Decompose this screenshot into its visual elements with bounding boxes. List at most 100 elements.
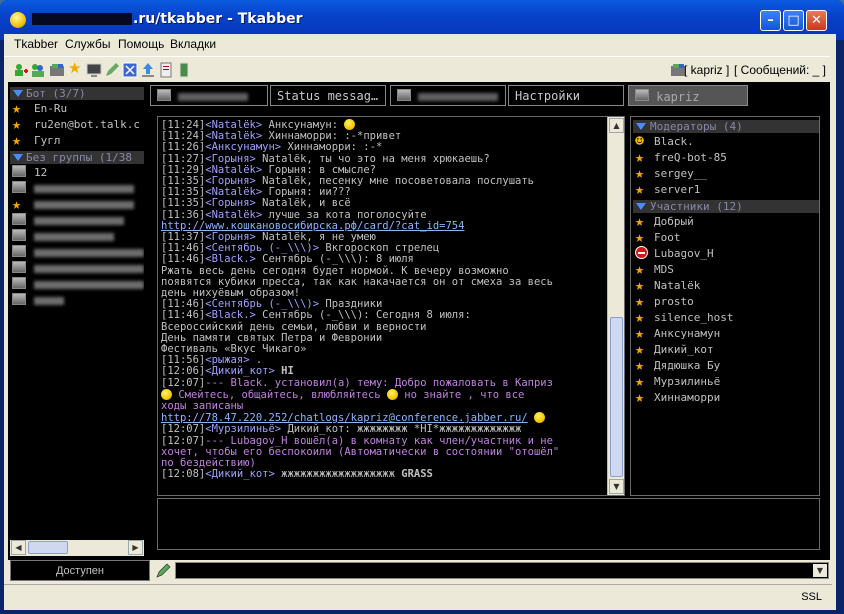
menu-services[interactable]: Службы — [65, 37, 110, 51]
upload-icon[interactable] — [140, 62, 156, 78]
tab-kapriz[interactable]: kapriz — [628, 85, 748, 106]
message-link[interactable]: http://www.кошкановосибирска.рф/card/?ca… — [161, 220, 464, 232]
status-edit-pencil-icon[interactable] — [154, 561, 172, 580]
edit-pencil-icon[interactable] — [104, 62, 120, 78]
transport-icon — [12, 293, 28, 308]
message-timestamp: [11:24] — [161, 119, 206, 131]
conference-user[interactable]: ★ Natalёk — [635, 278, 815, 294]
message-timestamp: [11:46] — [161, 298, 206, 311]
roster-item[interactable]: ★ ru2en@bot.talk.c — [12, 117, 144, 133]
message-input[interactable] — [157, 498, 820, 550]
message-text: Natalёk, песенку мне посоветовала послуш… — [255, 175, 534, 188]
user-nick: Lubagov_H — [654, 247, 714, 260]
conference-user[interactable]: ☻ Black. — [635, 134, 815, 150]
system-message: по бездействию) — [161, 457, 256, 470]
account-label[interactable]: [ kapriz ] — [684, 63, 729, 77]
roster-item-redacted[interactable] — [12, 229, 144, 245]
status-bar: SSL — [4, 584, 832, 610]
close-button[interactable]: ✕ — [806, 10, 827, 31]
message-nick: <Горыня> — [205, 152, 256, 165]
user-nick: Добрый — [654, 215, 694, 228]
scroll-down-button[interactable]: ▼ — [609, 479, 624, 494]
user-group-moderators[interactable]: Модераторы (4) — [633, 120, 819, 133]
conference-user[interactable]: ★ Добрый — [635, 214, 815, 230]
scroll-up-button[interactable]: ▲ — [609, 118, 624, 133]
monitor-icon[interactable] — [86, 62, 102, 78]
maximize-button[interactable]: □ — [783, 10, 804, 31]
roster-item-redacted[interactable] — [12, 293, 144, 309]
scroll-thumb[interactable] — [28, 541, 68, 554]
message-nick: <Сентябрь (-_\\\)> — [205, 298, 320, 311]
user-group-participants[interactable]: Участники (12) — [633, 200, 819, 213]
scroll-thumb[interactable] — [610, 317, 623, 477]
roster-horizontal-scrollbar[interactable]: ◀ ▶ — [10, 540, 144, 556]
service-discovery-icon[interactable] — [49, 62, 65, 78]
add-user-icon[interactable] — [12, 62, 28, 78]
document-icon[interactable] — [176, 62, 192, 78]
user-nick: silence_host — [654, 311, 734, 324]
messages-counter[interactable]: [ Сообщений: _ ] — [734, 63, 826, 77]
dropdown-arrow-icon[interactable]: ▼ — [813, 564, 827, 577]
scroll-left-button[interactable]: ◀ — [11, 540, 26, 555]
bookmark-star-icon[interactable]: ★ — [68, 61, 84, 77]
star-status-icon: ★ — [635, 276, 645, 294]
minimize-button[interactable]: – — [760, 10, 781, 31]
tab-chat-2[interactable] — [390, 85, 506, 106]
menu-help[interactable]: Помощь — [118, 37, 164, 51]
group-icon — [157, 89, 171, 101]
roster-group-no-group[interactable]: Без группы (1/38 — [10, 151, 144, 164]
message-nick: <Natalёk> — [205, 119, 263, 131]
conference-user[interactable]: Lubagov_H — [635, 246, 815, 262]
conference-user[interactable]: ★ silence_host — [635, 310, 815, 326]
chat-vertical-scrollbar[interactable]: ▲ ▼ — [607, 117, 624, 495]
roster-group-bot[interactable]: Бот (3/7) — [10, 87, 144, 100]
tab-status-messages[interactable]: Status messag… — [270, 85, 386, 106]
conference-user[interactable]: ★ Анксунамун — [635, 326, 815, 342]
message-timestamp: [11:37] — [161, 231, 206, 244]
status-message-combo[interactable]: ▼ — [175, 562, 829, 579]
roster-item-redacted[interactable] — [12, 261, 144, 277]
conference-user[interactable]: ★ Foot — [635, 230, 815, 246]
conference-user[interactable]: ★ prosto — [635, 294, 815, 310]
roster-item-redacted[interactable] — [12, 181, 144, 197]
roster-item-redacted[interactable] — [12, 245, 144, 261]
chat-log[interactable]: [11:24]<Natalёk> Анксунамун: [11:24]<Nat… — [157, 116, 625, 496]
log-icon[interactable] — [158, 62, 174, 78]
conference-users-panel: Модераторы (4) ☻ Black. ★ freQ-bot-85 ★ serge… — [630, 116, 820, 496]
message-text: Праздники — [319, 298, 383, 311]
roster-item[interactable]: 12 — [12, 165, 144, 181]
menu-tabs[interactable]: Вкладки — [170, 37, 216, 51]
message-text: Сентябрь (-_\\\): 8 июля — [255, 253, 414, 266]
scroll-right-button[interactable]: ▶ — [128, 540, 143, 555]
message-timestamp: [11:29] — [161, 163, 206, 176]
message-nick: <Горыня> — [205, 231, 256, 244]
star-status-icon: ★ — [635, 356, 645, 374]
conference-user[interactable]: ★ server1 — [635, 182, 815, 198]
tab-chat-1[interactable] — [150, 85, 268, 106]
roster-item-redacted[interactable] — [12, 277, 144, 293]
roster-item[interactable]: ★ En-Ru — [12, 101, 144, 117]
join-conference-icon[interactable] — [122, 62, 138, 78]
menu-tkabber[interactable]: Tkabber — [14, 37, 58, 51]
message-text: . — [249, 354, 263, 367]
add-group-icon[interactable] — [30, 62, 46, 78]
expand-triangle-icon — [13, 90, 23, 97]
message-link[interactable]: http://78.47.220.252/chatlogs/kapriz@con… — [161, 412, 528, 424]
conference-user[interactable]: ★ Мурзилиньё — [635, 374, 815, 390]
star-status-icon: ★ — [635, 228, 645, 246]
conference-user[interactable]: ★ MDS — [635, 262, 815, 278]
redacted-tab-label — [418, 93, 499, 101]
roster-item[interactable]: ★ Гугл — [12, 133, 144, 149]
conference-user[interactable]: ★ sergey__ — [635, 166, 815, 182]
conference-user[interactable]: ★ Дикий_кот — [635, 342, 815, 358]
presence-status-button[interactable]: Доступен — [10, 560, 150, 581]
message-text-bold: GRASS — [401, 468, 433, 481]
roster-item-redacted[interactable]: ★ — [12, 197, 144, 213]
transport-icon — [12, 245, 28, 260]
roster-item-redacted[interactable] — [12, 213, 144, 229]
conference-user[interactable]: ★ Хиннаморри — [635, 390, 815, 406]
conference-user[interactable]: ★ freQ-bot-85 — [635, 150, 815, 166]
conference-user[interactable]: ★ Дядюшка Бу — [635, 358, 815, 374]
tab-settings[interactable]: Настройки — [508, 85, 624, 106]
star-status-icon: ★ — [635, 340, 645, 358]
